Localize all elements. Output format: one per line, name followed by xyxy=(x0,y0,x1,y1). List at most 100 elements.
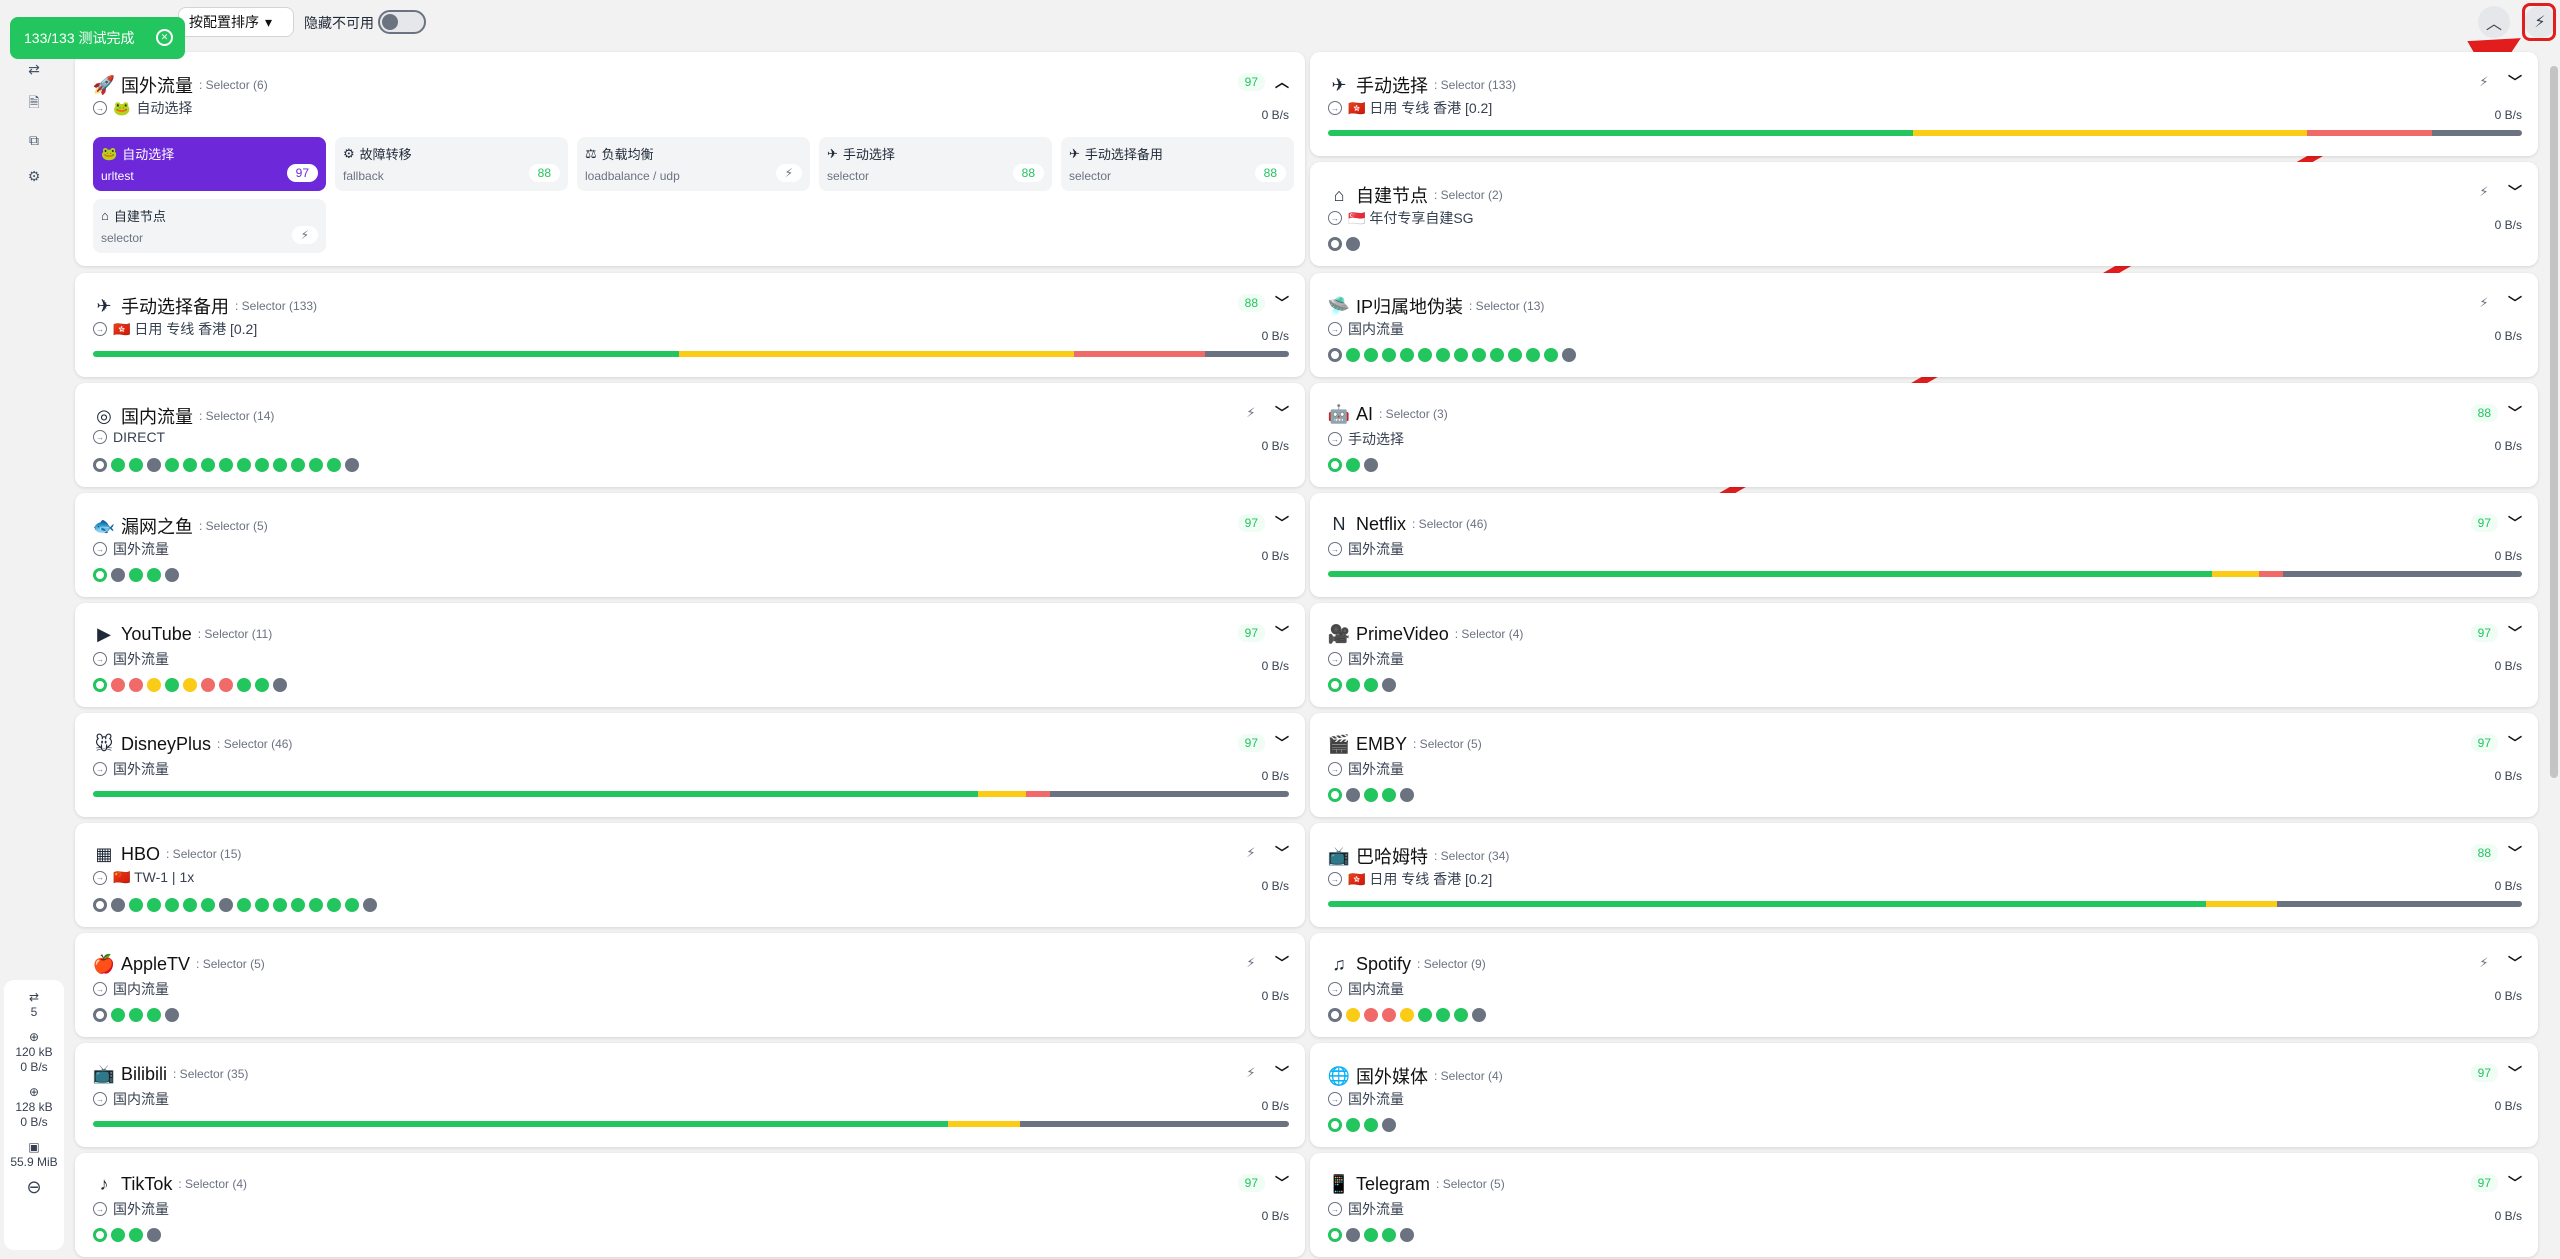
node-status-dot[interactable] xyxy=(129,458,143,472)
bolt-icon[interactable]: ⚡ xyxy=(2470,955,2498,971)
chevron-down-icon[interactable]: ﹀ xyxy=(1275,623,1289,643)
node-status-dot[interactable] xyxy=(129,1008,143,1022)
node-status-dot[interactable] xyxy=(1544,348,1558,362)
node-status-dot[interactable] xyxy=(1436,348,1450,362)
node-status-dot[interactable] xyxy=(1346,348,1360,362)
proxy-group-card[interactable]: 🎥 PrimeVideo : Selector (4) → 国外流量 97 ﹀ 0… xyxy=(1310,603,2538,707)
node-status-dot[interactable] xyxy=(147,1008,161,1022)
chevron-down-icon[interactable]: ﹀ xyxy=(2508,1063,2522,1083)
node-status-dot[interactable] xyxy=(219,458,233,472)
node-status-dot[interactable] xyxy=(255,898,269,912)
node-status-dot[interactable] xyxy=(93,678,107,692)
node-status-dot[interactable] xyxy=(327,458,341,472)
proxy-group-card[interactable]: 🎬 EMBY : Selector (5) → 国外流量 97 ﹀ 0 B/s xyxy=(1310,713,2538,817)
proxy-group-card[interactable]: ▶ YouTube : Selector (11) → 国外流量 97 ﹀ 0 B… xyxy=(75,603,1305,707)
chevron-down-icon[interactable]: ﹀ xyxy=(1275,513,1289,533)
node-status-dot[interactable] xyxy=(1346,1118,1360,1132)
node-status-dot[interactable] xyxy=(1382,348,1396,362)
bolt-icon[interactable]: ⚡ xyxy=(2470,295,2498,311)
node-status-dot[interactable] xyxy=(309,898,323,912)
node-status-dot[interactable] xyxy=(1562,348,1576,362)
node-status-dot[interactable] xyxy=(1346,1008,1360,1022)
node-status-dot[interactable] xyxy=(291,898,305,912)
node-status-dot[interactable] xyxy=(255,678,269,692)
node-status-dot[interactable] xyxy=(273,898,287,912)
node-status-dot[interactable] xyxy=(93,898,107,912)
proxy-group-card[interactable]: ◎ 国内流量 : Selector (14) → DIRECT ⚡ ﹀ 0 B/s xyxy=(75,383,1305,487)
chevron-down-icon[interactable]: ﹀ xyxy=(1275,1173,1289,1193)
node-status-dot[interactable] xyxy=(273,678,287,692)
chevron-down-icon[interactable]: ﹀ xyxy=(2508,1173,2522,1193)
node-status-dot[interactable] xyxy=(363,898,377,912)
node-status-dot[interactable] xyxy=(1400,1228,1414,1242)
node-status-dot[interactable] xyxy=(1400,788,1414,802)
node-status-dot[interactable] xyxy=(1328,237,1342,251)
node-status-dot[interactable] xyxy=(165,458,179,472)
proxy-group-card[interactable]: 🛸 IP归属地伪装 : Selector (13) → 国内流量 ⚡ ﹀ 0 B/… xyxy=(1310,273,2538,377)
node-status-dot[interactable] xyxy=(1472,348,1486,362)
node-status-dot[interactable] xyxy=(165,1008,179,1022)
node-status-dot[interactable] xyxy=(93,1008,107,1022)
node-status-dot[interactable] xyxy=(111,458,125,472)
proxy-group-card[interactable]: ▦ HBO : Selector (15) → 🇨🇳 TW-1 | 1x ⚡ ﹀ … xyxy=(75,823,1305,927)
proxy-group-card[interactable]: 📺 Bilibili : Selector (35) → 国内流量 ⚡ ﹀ 0 B… xyxy=(75,1043,1305,1147)
node-status-dot[interactable] xyxy=(183,898,197,912)
node-status-dot[interactable] xyxy=(1346,678,1360,692)
node-status-dot[interactable] xyxy=(147,898,161,912)
proxy-group-card[interactable]: ✈ 手动选择备用 : Selector (133) → 🇭🇰 日用 专线 香港 … xyxy=(75,273,1305,377)
chevron-down-icon[interactable]: ﹀ xyxy=(1275,843,1289,863)
node-status-dot[interactable] xyxy=(1436,1008,1450,1022)
node-status-dot[interactable] xyxy=(1382,1228,1396,1242)
chevron-down-icon[interactable]: ﹀ xyxy=(1275,1063,1289,1083)
node-status-dot[interactable] xyxy=(147,1228,161,1242)
proxy-group-card[interactable]: ✈ 手动选择 : Selector (133) → 🇭🇰 日用 专线 香港 [0… xyxy=(1310,52,2538,156)
chevron-down-icon[interactable]: ﹀ xyxy=(2508,403,2522,423)
bolt-icon[interactable]: ⚡ xyxy=(2470,74,2498,90)
node-status-dot[interactable] xyxy=(111,898,125,912)
latency-badge[interactable]: 97 xyxy=(2470,624,2498,642)
proxy-group-card[interactable]: 🤖 AI : Selector (3) → 手动选择 88 ﹀ 0 B/s xyxy=(1310,383,2538,487)
node-status-dot[interactable] xyxy=(1346,458,1360,472)
node-status-dot[interactable] xyxy=(183,678,197,692)
chevron-down-icon[interactable]: ﹀ xyxy=(2508,733,2522,753)
node-status-dot[interactable] xyxy=(129,898,143,912)
node-status-dot[interactable] xyxy=(327,898,341,912)
node-status-dot[interactable] xyxy=(1328,1228,1342,1242)
node-status-dot[interactable] xyxy=(1472,1008,1486,1022)
chevron-down-icon[interactable]: ﹀ xyxy=(1275,733,1289,753)
proxy-group-card[interactable]: 🍎 AppleTV : Selector (5) → 国内流量 ⚡ ﹀ 0 B/s xyxy=(75,933,1305,1037)
bolt-icon[interactable]: ⚡ xyxy=(1237,1065,1265,1081)
node-status-dot[interactable] xyxy=(1346,1228,1360,1242)
proxy-group-card[interactable]: ♪ TikTok : Selector (4) → 国外流量 97 ﹀ 0 B/s xyxy=(75,1153,1305,1257)
node-status-dot[interactable] xyxy=(1400,1008,1414,1022)
node-status-dot[interactable] xyxy=(147,678,161,692)
node-status-dot[interactable] xyxy=(1328,678,1342,692)
node-status-dot[interactable] xyxy=(1328,788,1342,802)
latency-badge[interactable]: 97 xyxy=(1237,734,1265,752)
chevron-down-icon[interactable]: ﹀ xyxy=(2508,293,2522,313)
node-status-dot[interactable] xyxy=(165,678,179,692)
node-status-dot[interactable] xyxy=(1364,1118,1378,1132)
node-status-dot[interactable] xyxy=(1508,348,1522,362)
node-status-dot[interactable] xyxy=(1364,348,1378,362)
node-status-dot[interactable] xyxy=(1382,788,1396,802)
latency-badge[interactable]: 97 xyxy=(1237,514,1265,532)
chevron-down-icon[interactable]: ﹀ xyxy=(2508,182,2522,202)
node-status-dot[interactable] xyxy=(1364,788,1378,802)
latency-badge[interactable]: 97 xyxy=(2470,1174,2498,1192)
proxy-group-card[interactable]: ♫ Spotify : Selector (9) → 国内流量 ⚡ ﹀ 0 B/s xyxy=(1310,933,2538,1037)
latency-badge[interactable]: 97 xyxy=(1237,1174,1265,1192)
latency-badge[interactable]: 88 xyxy=(2470,404,2498,422)
node-status-dot[interactable] xyxy=(1418,1008,1432,1022)
node-status-dot[interactable] xyxy=(129,678,143,692)
node-status-dot[interactable] xyxy=(1418,348,1432,362)
proxy-group-card[interactable]: 📱 Telegram : Selector (5) → 国外流量 97 ﹀ 0 B… xyxy=(1310,1153,2538,1257)
proxy-group-card[interactable]: 📺 巴哈姆特 : Selector (34) → 🇭🇰 日用 专线 香港 [0.… xyxy=(1310,823,2538,927)
node-status-dot[interactable] xyxy=(1328,1118,1342,1132)
node-status-dot[interactable] xyxy=(1382,1008,1396,1022)
chevron-down-icon[interactable]: ﹀ xyxy=(2508,623,2522,643)
proxy-group-card[interactable]: 🐭 DisneyPlus : Selector (46) → 国外流量 97 ﹀ … xyxy=(75,713,1305,817)
node-status-dot[interactable] xyxy=(345,458,359,472)
node-status-dot[interactable] xyxy=(1346,788,1360,802)
bolt-icon[interactable]: ⚡ xyxy=(1237,845,1265,861)
